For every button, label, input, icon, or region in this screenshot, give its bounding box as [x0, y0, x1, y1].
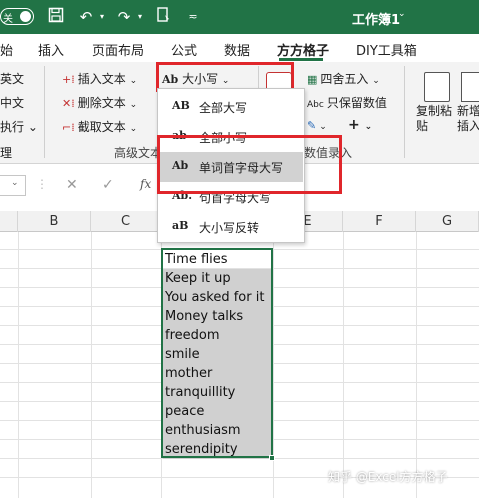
edit-icon: ✎ [307, 119, 317, 132]
ribbon-execute-button[interactable]: 执行 ⌄ [0, 118, 38, 135]
undo-dropdown-icon[interactable]: ▾ [97, 7, 107, 27]
insert-text-button[interactable]: +⁞ 插入文本 ⌄ [62, 70, 137, 87]
watermark: 知乎 @Excel方方格子 [328, 470, 448, 484]
customize-qat-icon[interactable]: ≂ [186, 7, 200, 27]
chevron-down-icon: ⌄ [129, 76, 138, 86]
toggle-case-icon: aB [172, 219, 189, 232]
divider [404, 66, 405, 158]
clipboard-icon[interactable] [424, 72, 450, 102]
tab-page-layout[interactable]: 页面布局 [92, 40, 144, 59]
column-header-g[interactable]: G [416, 211, 479, 232]
tab-formulas[interactable]: 公式 [171, 40, 197, 59]
column-header-c[interactable]: C [91, 211, 161, 232]
ribbon-english-button[interactable]: 英文 [0, 70, 24, 87]
redo-dropdown-icon[interactable]: ▾ [135, 7, 145, 27]
tab-diy-toolbox[interactable]: DIY工具箱 [356, 40, 417, 59]
extract-text-button[interactable]: ⌐⁞ 截取文本 ⌄ [62, 118, 137, 135]
menu-item-toggle-case[interactable]: aB 大小写反转 [159, 212, 303, 242]
ribbon-left-group-label: 理 [0, 146, 13, 160]
column-header-f[interactable]: F [343, 211, 416, 232]
cancel-icon[interactable]: ✕ [66, 177, 78, 193]
plus-button[interactable]: + ⌄ [348, 117, 372, 133]
chevron-down-icon: ⌄ [129, 100, 138, 110]
advanced-text-group-label: 高级文本 [114, 146, 163, 160]
uppercase-icon: AB [172, 99, 190, 112]
menu-item-all-uppercase[interactable]: AB 全部大写 [159, 92, 303, 122]
worksheet-grid[interactable]: B C D E F G Time flies Keep it up You as… [0, 211, 479, 498]
menu-item-label: 大小写反转 [199, 221, 260, 235]
chevron-down-icon[interactable]: ⌄ [11, 178, 19, 188]
delete-text-button[interactable]: ✕⁞ 删除文本 ⌄ [62, 94, 137, 111]
round-icon: ▦ [307, 73, 318, 86]
selection-range-border [161, 248, 273, 458]
keep-value-button[interactable]: Abc 只保留数值 [307, 94, 387, 111]
confirm-icon[interactable]: ✓ [102, 177, 114, 193]
divider [44, 66, 45, 158]
delete-text-label: 删除文本 [77, 96, 126, 110]
keep-value-icon: Abc [307, 100, 324, 110]
grip-icon: ⋮ [36, 177, 48, 191]
tab-fangfang[interactable]: 方方格子 [277, 40, 329, 59]
keep-value-label: 只保留数值 [326, 96, 387, 110]
chevron-down-icon: ⌄ [129, 124, 138, 134]
round-label: 四舍五入 [320, 72, 369, 86]
insert-text-icon: +⁞ [62, 73, 75, 86]
touch-mode-icon[interactable] [154, 7, 174, 27]
redo-icon[interactable]: ↷ [114, 7, 134, 27]
new-insert-icon[interactable] [461, 72, 479, 102]
column-header-b[interactable]: B [18, 211, 91, 232]
new-insert-label[interactable]: 新增插入 [457, 104, 479, 134]
save-icon[interactable] [46, 7, 66, 27]
extract-text-icon: ⌐⁞ [62, 121, 75, 134]
menu-item-label: 全部大写 [199, 101, 248, 115]
undo-icon[interactable]: ↶ [76, 7, 96, 27]
ribbon-chinese-button[interactable]: 中文 [0, 94, 24, 111]
tab-home[interactable]: 始 [0, 40, 13, 59]
toggle-knob [20, 11, 31, 22]
edit-value-button[interactable]: ✎ ⌄ [307, 118, 327, 132]
round-button[interactable]: ▦ 四舍五入 ⌄ [307, 70, 380, 87]
extract-text-label: 截取文本 [77, 120, 126, 134]
tab-data[interactable]: 数据 [224, 40, 250, 59]
chevron-down-icon: ⌄ [372, 76, 380, 86]
fill-handle[interactable] [269, 455, 275, 461]
workbook-title: 工作簿1 [352, 13, 401, 28]
ribbon-tabs: 始 插入 页面布局 公式 数据 方方格子 DIY工具箱 [0, 34, 479, 62]
chevron-down-icon[interactable]: ⌄ [398, 9, 406, 19]
plus-icon: + [348, 117, 360, 133]
delete-text-icon: ✕⁞ [62, 97, 75, 110]
name-box[interactable]: ⌄ [0, 175, 26, 196]
tab-insert[interactable]: 插入 [38, 40, 64, 59]
insert-text-label: 插入文本 [77, 72, 126, 86]
title-bar: 关 ↶ ▾ ↷ ▾ ≂ 工作簿1 ⌄ [0, 0, 479, 34]
select-all-corner[interactable] [0, 211, 18, 232]
chevron-down-icon: ⌄ [364, 122, 373, 132]
copy-paste-label[interactable]: 复制粘贴 [416, 104, 456, 134]
autosave-label: 关 [3, 14, 13, 25]
insert-function-icon[interactable]: fx [140, 177, 151, 191]
menu-item-highlight [157, 135, 342, 194]
active-tab-indicator [279, 58, 323, 61]
autosave-toggle[interactable]: 关 [0, 8, 34, 25]
chevron-down-icon: ⌄ [319, 122, 327, 132]
